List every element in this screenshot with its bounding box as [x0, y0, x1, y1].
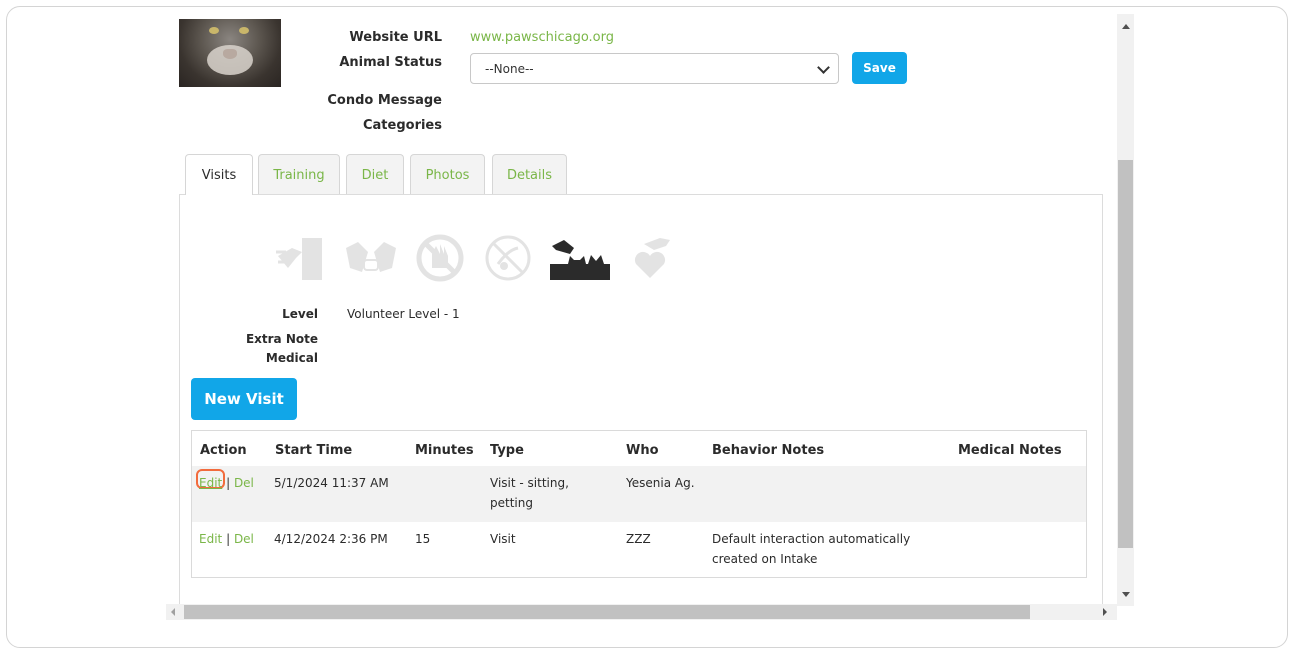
medical-label: Medical: [265, 351, 318, 365]
column-header: Medical Notes: [958, 443, 1062, 458]
no-touch-icon: [416, 234, 464, 282]
cat-in-litter-box-icon: [550, 240, 610, 280]
delete-link[interactable]: Del: [234, 532, 254, 546]
website-url-link[interactable]: www.pawschicago.org: [470, 30, 614, 45]
start-time: 4/12/2024 2:36 PM: [274, 532, 388, 546]
delete-link[interactable]: Del: [234, 476, 254, 490]
tab-diet[interactable]: Diet: [346, 154, 404, 194]
animal-status-label: Animal Status: [339, 55, 442, 70]
animal-status-select[interactable]: --None--: [470, 53, 839, 84]
column-header: Behavior Notes: [712, 443, 825, 458]
save-button[interactable]: Save: [852, 52, 907, 84]
chevron-down-icon: [817, 61, 830, 74]
edit-link[interactable]: Edit: [199, 476, 222, 490]
animal-status-value: --None--: [485, 62, 534, 76]
visit-type: Visit: [490, 532, 516, 546]
scroll-down-arrow-icon[interactable]: [1122, 592, 1130, 597]
start-time: 5/1/2024 11:37 AM: [274, 476, 389, 490]
level-value: Volunteer Level - 1: [347, 307, 460, 321]
column-header: Who: [626, 443, 659, 458]
tab-training[interactable]: Training: [258, 154, 340, 194]
column-header: Type: [490, 443, 524, 458]
table-row: Edit | Del 4/12/2024 2:36 PM 15 Visit ZZ…: [192, 522, 1086, 577]
extra-note-label: Extra Note: [245, 332, 318, 346]
scroll-right-arrow-icon[interactable]: [1103, 608, 1107, 616]
no-treats-icon: [485, 235, 531, 281]
minutes: 15: [415, 532, 431, 546]
table-row: Edit | Del 5/1/2024 11:37 AM Visit - sit…: [192, 466, 1086, 522]
tab-photos[interactable]: Photos: [410, 154, 485, 194]
column-header: Action: [200, 443, 247, 458]
edit-link[interactable]: Edit: [199, 532, 222, 546]
tab-details[interactable]: Details: [492, 154, 567, 194]
new-visit-button[interactable]: New Visit: [191, 378, 297, 420]
scroll-up-arrow-icon[interactable]: [1122, 24, 1130, 29]
visit-type: Visit - sitting, petting: [490, 476, 569, 510]
tab-visits[interactable]: Visits: [185, 154, 253, 195]
column-header: Minutes: [415, 443, 474, 458]
hand-heart-icon: [634, 238, 670, 278]
visits-table: Action Start Time Minutes Type Who Behav…: [191, 430, 1087, 578]
no-door-dash-icon: [276, 238, 322, 280]
categories-label: Categories: [362, 118, 442, 133]
animal-photo: [179, 19, 281, 87]
scroll-left-arrow-icon[interactable]: [171, 608, 175, 616]
condo-message-label: Condo Message: [327, 93, 442, 108]
no-dogs-icon: [346, 242, 396, 272]
level-label: Level: [282, 307, 318, 321]
behavior-notes: Default interaction automatically create…: [712, 532, 911, 566]
column-header: Start Time: [275, 443, 353, 458]
website-url-label: Website URL: [349, 30, 442, 45]
who: ZZZ: [626, 532, 651, 546]
horizontal-scroll-thumb[interactable]: [184, 605, 1030, 619]
vertical-scroll-thumb[interactable]: [1118, 160, 1133, 548]
who: Yesenia Ag.: [626, 476, 695, 490]
